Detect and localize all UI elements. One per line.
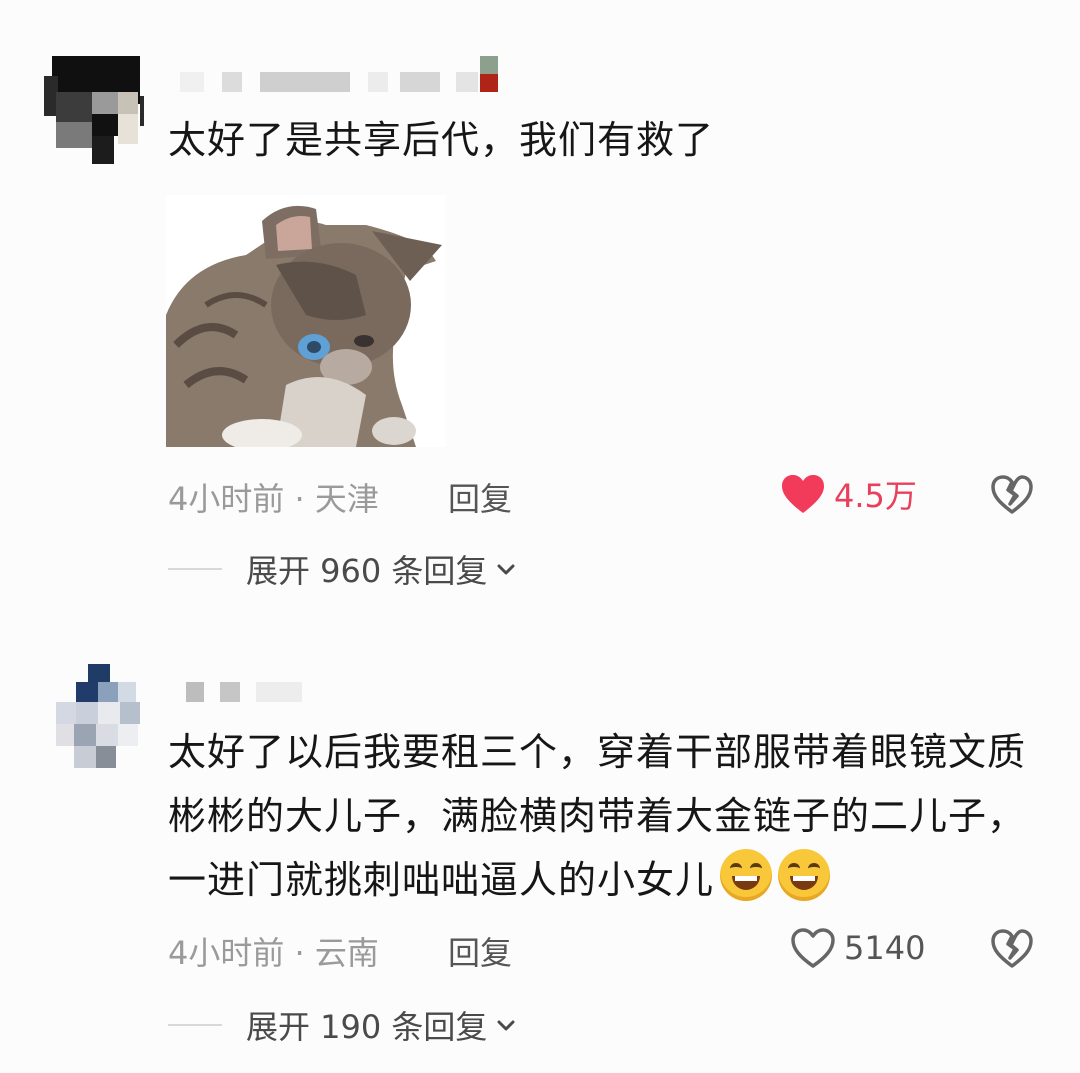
comment-item: 太好了是共享后代，我们有救了 4小时前 · 天津 回复 4.5万 展开 960 … bbox=[0, 0, 1080, 600]
heart-icon bbox=[791, 928, 835, 968]
username-redacted[interactable] bbox=[180, 56, 520, 94]
like-count: 4.5万 bbox=[834, 477, 917, 515]
chevron-down-icon bbox=[497, 1020, 515, 1031]
heart-icon bbox=[782, 475, 824, 513]
expand-replies-button[interactable]: 展开 960 条回复 bbox=[168, 546, 517, 592]
expand-replies-button[interactable]: 展开 190 条回复 bbox=[168, 1002, 517, 1048]
like-count: 5140 bbox=[844, 929, 926, 967]
broken-heart-icon bbox=[991, 929, 1033, 968]
comment-time-location: 4小时前 · 云南 bbox=[168, 934, 379, 972]
username-redacted[interactable] bbox=[186, 682, 316, 704]
avatar[interactable] bbox=[44, 56, 144, 168]
reply-button[interactable]: 回复 bbox=[448, 474, 512, 520]
chevron-down-icon bbox=[497, 564, 515, 575]
comment-time-location: 4小时前 · 天津 bbox=[168, 480, 379, 518]
grin-emoji bbox=[720, 849, 773, 901]
divider bbox=[168, 568, 222, 570]
expand-replies-label: 展开 190 条回复 bbox=[246, 1008, 488, 1046]
kitten-sticker-image bbox=[166, 195, 446, 451]
grin-emoji bbox=[778, 849, 831, 901]
comment-text-content: 太好了以后我要租三个，穿着干部服带着眼镜文质彬彬的大儿子，满脸横肉带着大金链子的… bbox=[168, 730, 1027, 902]
comment-text: 太好了是共享后代，我们有救了 bbox=[168, 118, 715, 162]
reply-button[interactable]: 回复 bbox=[448, 928, 512, 974]
like-button[interactable]: 5140 bbox=[790, 926, 925, 970]
kitten-sticker[interactable] bbox=[166, 195, 446, 451]
avatar[interactable] bbox=[54, 664, 154, 776]
comment-item: 太好了以后我要租三个，穿着干部服带着眼镜文质彬彬的大儿子，满脸横肉带着大金链子的… bbox=[0, 640, 1080, 1060]
dislike-button[interactable] bbox=[990, 474, 1034, 518]
expand-replies-label: 展开 960 条回复 bbox=[246, 552, 488, 590]
divider bbox=[168, 1024, 222, 1026]
broken-heart-icon bbox=[991, 475, 1033, 514]
comment-text: 太好了以后我要租三个，穿着干部服带着眼镜文质彬彬的大儿子，满脸横肉带着大金链子的… bbox=[168, 720, 1048, 912]
dislike-button[interactable] bbox=[990, 928, 1034, 972]
like-button[interactable]: 4.5万 bbox=[780, 472, 917, 516]
